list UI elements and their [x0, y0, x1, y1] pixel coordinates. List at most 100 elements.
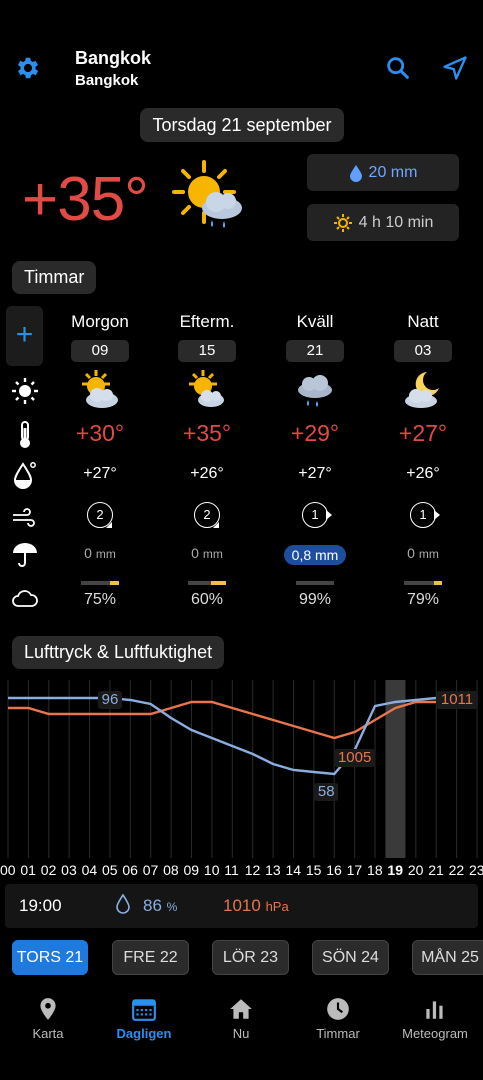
day-number: 22 — [159, 949, 178, 966]
day-button[interactable]: SÖN 24 — [312, 940, 389, 975]
readout-humidity: 86 % — [115, 893, 177, 916]
period-temp: +27° — [398, 420, 448, 446]
day-button[interactable]: TORS 21 — [12, 940, 88, 975]
nav-meteogram[interactable]: Meteogram — [387, 988, 483, 1041]
period-wind: 2 — [162, 502, 252, 528]
gear-icon[interactable] — [14, 54, 42, 82]
rain-unit: mm — [418, 547, 439, 561]
pressure-min-label: 1005 — [338, 749, 371, 766]
wind-direction-icon — [326, 510, 332, 520]
cloud-bar — [270, 581, 360, 585]
period-cloud: 99% — [298, 591, 332, 608]
hour-tick: 14 — [285, 862, 302, 878]
period-hour: 03 — [378, 340, 468, 362]
sun-cloud-icon — [189, 370, 224, 407]
hour-tick: 11 — [224, 862, 239, 878]
day-selector: TORS 21 FRE 22 LÖR 23 SÖN 24 MÅN 25 — [0, 940, 483, 976]
rain-value: 0 — [191, 545, 199, 561]
hour-tick: 00 — [0, 862, 16, 878]
period-cloud: 75% — [83, 591, 117, 608]
nav-now[interactable]: Nu — [193, 988, 289, 1041]
humidity-max-label: 96 — [102, 691, 119, 708]
wind-speed: 2 — [87, 502, 113, 528]
cloud-bar — [55, 581, 145, 585]
sun-icon — [12, 378, 38, 404]
rain-amount-box: 20 mm — [307, 154, 459, 191]
wind-speed: 2 — [194, 502, 220, 528]
period-wind: 1 — [378, 502, 468, 528]
humidity-min-label: 58 — [318, 783, 335, 800]
pressure-section-title[interactable]: Lufttryck & Luftfuktighet — [12, 636, 225, 669]
nav-daily-label: Dagligen — [116, 1026, 172, 1041]
cloud-bar-track — [296, 581, 334, 585]
day-button[interactable]: MÅN 25 — [412, 940, 483, 975]
cloud-bar-track — [188, 581, 226, 585]
bar-chart-icon — [426, 1001, 443, 1019]
hours-section-title[interactable]: Timmar — [12, 261, 97, 294]
rain-value: 0 — [84, 545, 92, 561]
umbrella-icon — [13, 543, 37, 567]
nav-daily[interactable]: Dagligen — [96, 988, 192, 1041]
day-button[interactable]: FRE 22 — [112, 940, 189, 975]
readout-pressure: 1010 hPa — [223, 896, 289, 916]
readout-time: 19:00 — [19, 896, 62, 915]
period-wind: 1 — [270, 502, 360, 528]
nav-hours[interactable]: Timmar — [290, 988, 386, 1041]
period-temp: +35° — [182, 420, 232, 446]
pressure-unit: hPa — [265, 899, 289, 914]
period-temp: +30° — [75, 420, 125, 446]
pressure-max-label: 1011 — [441, 691, 473, 708]
cloud-bar-fill — [210, 581, 226, 585]
day-button[interactable]: LÖR 23 — [212, 940, 289, 975]
nav-map[interactable]: Karta — [0, 988, 96, 1041]
rain-drop-icon — [349, 164, 362, 182]
day-number: 24 — [361, 949, 379, 966]
search-icon[interactable] — [384, 54, 412, 82]
period-rain: 0,8 mm — [270, 545, 360, 565]
weather-icon — [270, 368, 360, 412]
rain-value: 0 — [407, 545, 415, 561]
humidity-line — [8, 696, 477, 776]
hour-tick: 22 — [448, 862, 465, 878]
sunshine-duration: 4 h 10 min — [358, 213, 434, 231]
period-label: Efterm. — [179, 312, 235, 331]
wind-direction-icon — [106, 522, 112, 528]
expand-plus-button[interactable]: + — [6, 306, 43, 366]
pressure-humidity-chart[interactable]: 96 581005 1011 — [0, 680, 483, 860]
weather-icon — [378, 368, 468, 412]
day-name: FRE — [123, 949, 156, 966]
cloud-icon — [12, 590, 38, 607]
period-hour: 21 — [270, 340, 360, 362]
hour-tick: 02 — [40, 862, 57, 878]
cloud-bar — [378, 581, 468, 585]
clock-icon — [327, 998, 349, 1020]
city-name[interactable]: Bangkok — [75, 48, 151, 69]
cloud-rain-icon — [298, 375, 332, 407]
hour-tick: 19 — [387, 862, 403, 878]
period-feels-like: +27° — [298, 465, 332, 482]
sun-icon — [333, 213, 352, 232]
hour-tick: 01 — [20, 862, 36, 878]
hour-tick: 21 — [428, 862, 444, 878]
weather-icon — [162, 368, 252, 412]
nav-now-label: Nu — [232, 1026, 250, 1041]
day-name: SÖN — [322, 949, 357, 966]
location-arrow-icon[interactable] — [441, 54, 469, 82]
rain-amount: 20 mm — [368, 163, 418, 181]
period-cloud: 60% — [190, 591, 224, 608]
hour-tick: 18 — [367, 862, 383, 878]
period-temp: +29° — [290, 420, 340, 446]
rain-unit: mm — [202, 547, 223, 561]
period-label: Kväll — [296, 312, 334, 331]
hour-tick: 09 — [183, 862, 200, 878]
cloud-bar-fill — [109, 581, 119, 585]
period-hour: 09 — [55, 340, 145, 362]
period-hour: 15 — [162, 340, 252, 362]
rain-value: 0,8 mm — [283, 545, 347, 565]
region-name: Bangkok — [75, 72, 139, 89]
hour-tick: 10 — [203, 862, 220, 878]
wind-speed: 1 — [302, 502, 332, 528]
wind-value: 2 — [96, 507, 104, 522]
top-bar: Bangkok Bangkok — [0, 40, 483, 100]
calendar-icon — [132, 999, 156, 1021]
